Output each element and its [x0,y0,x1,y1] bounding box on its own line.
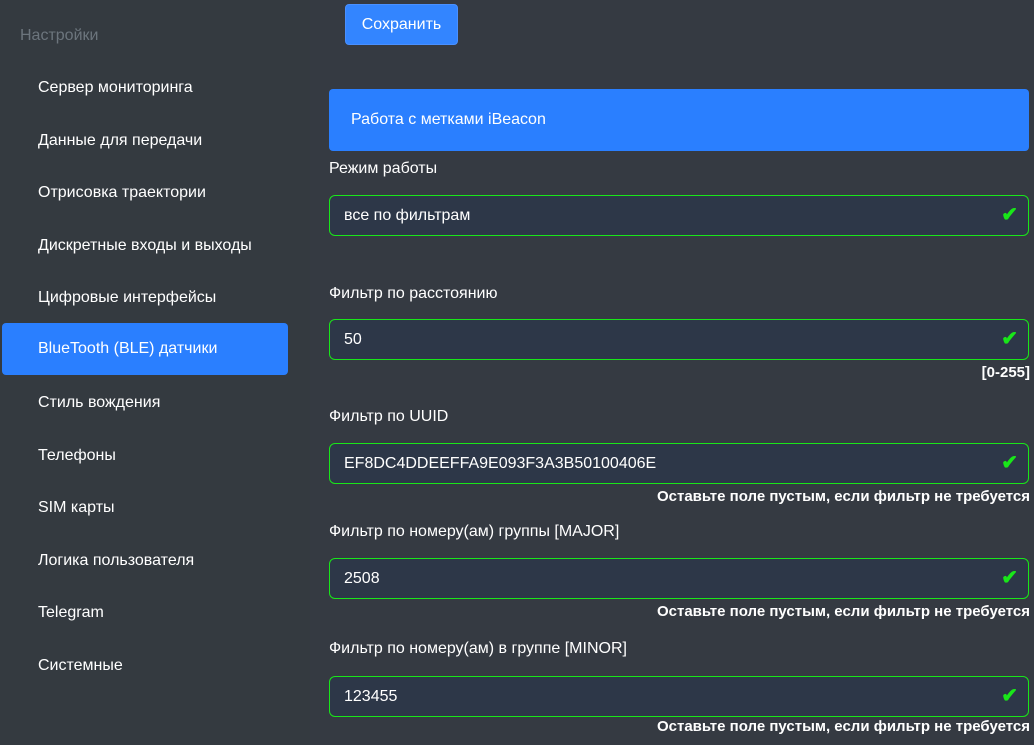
sidebar-item-driving-style[interactable]: Стиль вождения [2,377,288,429]
distance-filter-hint: [0-255] [981,364,1030,381]
check-icon: ✔ [1001,452,1018,474]
distance-filter-value: 50 [344,331,362,348]
save-button[interactable]: Сохранить [345,4,458,45]
minor-filter-value: 123455 [344,688,398,705]
sidebar-title: Настройки [20,27,99,44]
sidebar-item-discrete-io[interactable]: Дискретные входы и выходы [2,220,288,272]
sidebar-item-sim-cards[interactable]: SIM карты [2,482,288,534]
section-header: Работа с метками iBeacon [329,89,1029,151]
check-icon: ✔ [1001,685,1018,707]
uuid-filter-input[interactable]: EF8DC4DDEEFFA9E093F3A3B50100406E ✔ [329,443,1029,484]
minor-filter-label: Фильтр по номеру(ам) в группе [MINOR] [329,640,627,657]
check-icon: ✔ [1001,204,1018,226]
mode-value: все по фильтрам [344,207,471,224]
mode-select[interactable]: все по фильтрам ✔ [329,195,1029,236]
uuid-filter-hint: Оставьте поле пустым, если фильтр не тре… [656,488,1030,505]
sidebar-item-trajectory[interactable]: Отрисовка траектории [2,167,288,219]
minor-filter-hint: Оставьте поле пустым, если фильтр не тре… [656,718,1030,735]
sidebar-item-telegram[interactable]: Telegram [2,587,288,639]
distance-filter-input[interactable]: 50 ✔ [329,319,1029,360]
sidebar-item-monitoring-server[interactable]: Сервер мониторинга [2,62,288,114]
major-filter-value: 2508 [344,570,380,587]
distance-filter-label: Фильтр по расстоянию [329,285,498,302]
major-filter-input[interactable]: 2508 ✔ [329,558,1029,599]
check-icon: ✔ [1001,328,1018,350]
major-filter-label: Фильтр по номеру(ам) группы [MAJOR] [329,523,620,540]
sidebar-item-transfer-data[interactable]: Данные для передачи [2,115,288,167]
mode-label: Режим работы [329,160,438,177]
uuid-filter-value: EF8DC4DDEEFFA9E093F3A3B50100406E [344,455,657,472]
check-icon: ✔ [1001,567,1018,589]
minor-filter-input[interactable]: 123455 ✔ [329,676,1029,717]
sidebar-item-phones[interactable]: Телефоны [2,430,288,482]
sidebar-item-system[interactable]: Системные [2,640,288,692]
sidebar: Настройки Сервер мониторинга Данные для … [0,0,310,745]
sidebar-item-user-logic[interactable]: Логика пользователя [2,535,288,587]
major-filter-hint: Оставьте поле пустым, если фильтр не тре… [656,603,1030,620]
sidebar-item-digital-interfaces[interactable]: Цифровые интерфейсы [2,272,288,324]
uuid-filter-label: Фильтр по UUID [329,408,449,425]
sidebar-item-ble-sensors[interactable]: BlueTooth (BLE) датчики [2,323,288,375]
